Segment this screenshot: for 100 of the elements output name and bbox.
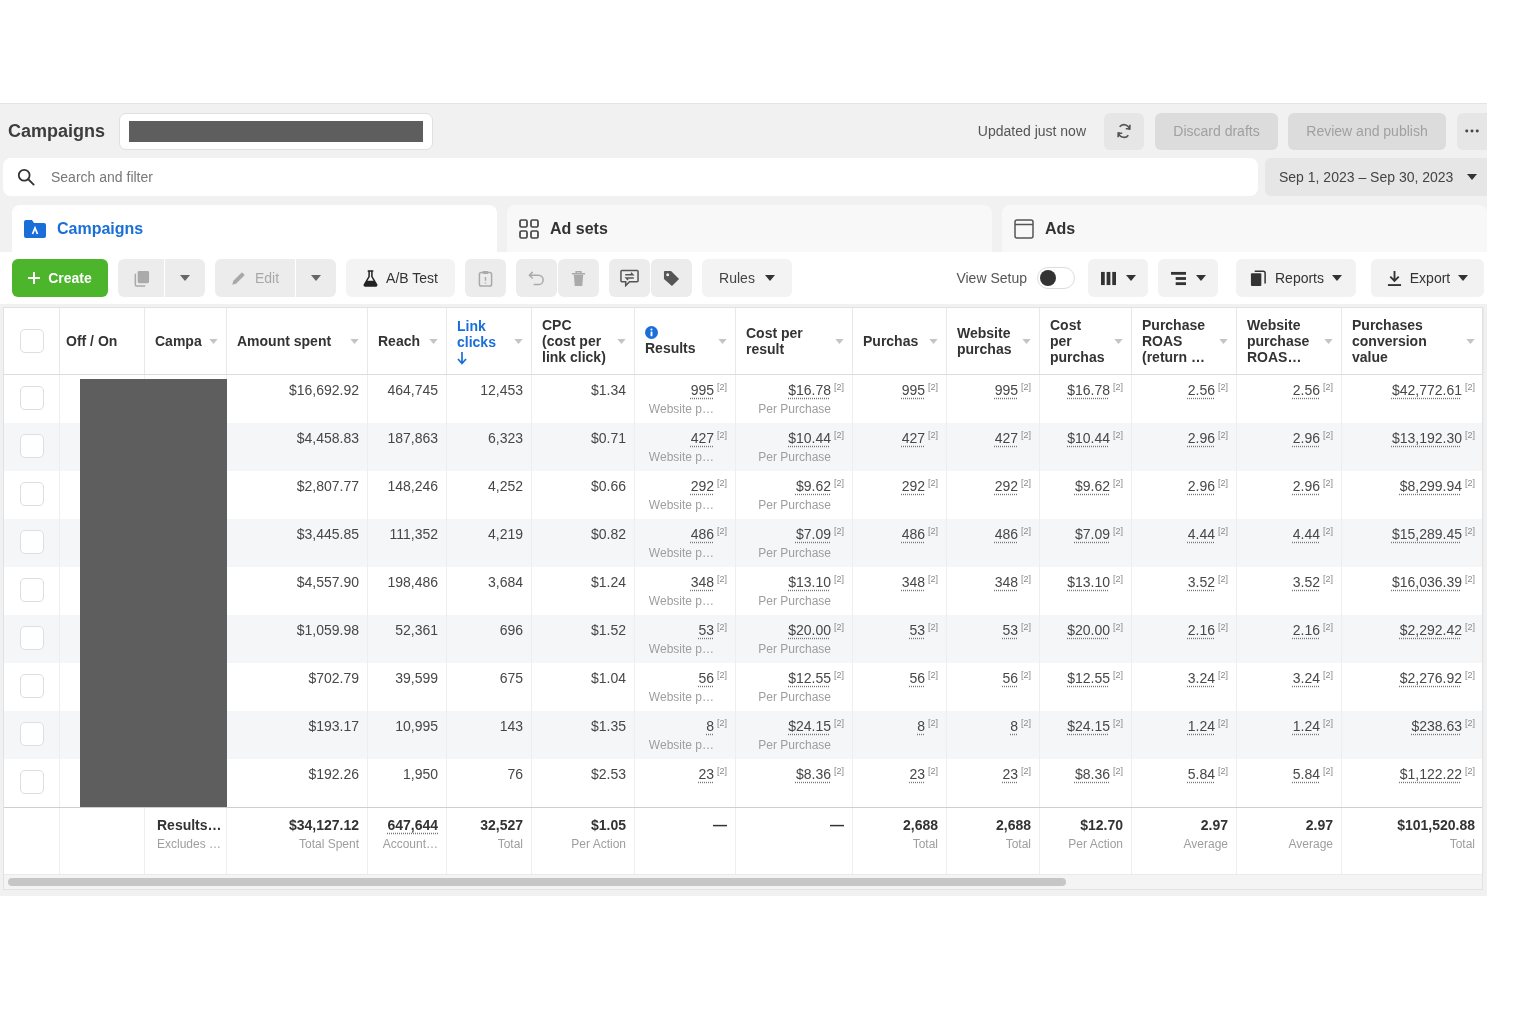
horizontal-scrollbar[interactable] — [4, 874, 1482, 889]
column-header[interactable]: Link clicks — [457, 317, 507, 350]
column-header[interactable]: Purchases conversion value — [1352, 317, 1438, 365]
table-cell: 486 — [994, 526, 1018, 543]
caret-icon[interactable] — [209, 338, 218, 344]
column-header[interactable]: Amount spent — [237, 333, 332, 349]
more-button[interactable] — [1457, 112, 1487, 150]
table-cell: 198,486 — [387, 574, 438, 591]
column-header[interactable]: Purchase ROAS (return … — [1142, 317, 1214, 365]
caret-icon[interactable] — [1114, 338, 1123, 344]
table-cell: 3.52 — [1292, 574, 1320, 591]
column-header[interactable]: Website purchas — [957, 325, 1017, 357]
dropdown-button[interactable] — [296, 259, 336, 297]
footnote-mark: [2] — [834, 574, 844, 585]
list-icon — [1170, 270, 1187, 286]
footnote-mark: [2] — [1465, 478, 1475, 489]
tab[interactable]: Ads — [1002, 205, 1487, 252]
table-cell: 5.84 — [1292, 766, 1320, 783]
search-field[interactable]: Search and filter — [3, 158, 1258, 196]
caret-icon[interactable] — [350, 338, 359, 344]
caret-icon[interactable] — [1219, 338, 1228, 344]
footnote-mark: [2] — [1323, 478, 1333, 489]
footnote-mark: [2] — [1218, 574, 1228, 585]
checkbox[interactable] — [19, 329, 44, 353]
tab[interactable]: Campaigns — [12, 205, 497, 252]
checkbox[interactable] — [19, 674, 44, 698]
checkbox[interactable] — [19, 386, 44, 410]
export-button[interactable]: Export — [1371, 259, 1484, 297]
checkbox[interactable] — [19, 770, 44, 794]
table-cell: 3,684 — [487, 574, 523, 591]
caret-icon[interactable] — [617, 338, 626, 344]
checkbox[interactable] — [19, 434, 44, 458]
caret-icon[interactable] — [1022, 338, 1031, 344]
rules-dropdown[interactable]: Rules — [702, 259, 792, 297]
table-cell: $7.09 — [1074, 526, 1110, 543]
checkbox[interactable] — [19, 482, 44, 506]
column-header[interactable]: Campa — [155, 333, 202, 349]
breakdown-button[interactable] — [1158, 259, 1218, 297]
caret-icon[interactable] — [429, 338, 438, 344]
table-cell: $9.62 — [1074, 478, 1110, 495]
dropdown-button[interactable] — [165, 259, 205, 297]
checkbox[interactable] — [19, 626, 44, 650]
footnote-mark: [2] — [1465, 718, 1475, 729]
caret-icon[interactable] — [929, 338, 938, 344]
reports-button[interactable]: Reports — [1236, 259, 1356, 297]
table-cell: $0.71 — [590, 430, 626, 447]
table-cell: 1.24 — [1187, 718, 1215, 735]
table-cell: $16,036.39 — [1391, 574, 1462, 591]
table-cell: 675 — [499, 670, 523, 687]
table-cell: $24.15 — [1067, 718, 1110, 735]
column-header[interactable]: Reach — [378, 333, 421, 349]
column-header[interactable]: Results — [645, 340, 696, 356]
checkbox[interactable] — [19, 722, 44, 746]
table-cell: 696 — [499, 622, 523, 639]
share-button[interactable] — [609, 259, 650, 297]
footnote-mark: [2] — [928, 718, 938, 729]
table-cell: $15,289.45 — [1391, 526, 1462, 543]
pencil-icon — [230, 270, 247, 286]
table-cell: $1.04 — [590, 670, 626, 687]
plus-icon — [28, 272, 41, 284]
caret-icon[interactable] — [514, 338, 523, 344]
footnote-mark: [2] — [928, 478, 938, 489]
footnote-mark: [2] — [834, 382, 844, 393]
table-cell: 427 — [901, 430, 925, 447]
window-icon — [1014, 218, 1034, 239]
ab-test-button[interactable]: A/B Test — [346, 259, 455, 297]
toggle-switch[interactable] — [1037, 267, 1075, 289]
footnote-mark: [2] — [834, 526, 844, 537]
checkbox[interactable] — [19, 530, 44, 554]
trash-icon — [571, 269, 586, 287]
refresh-button[interactable] — [1104, 112, 1144, 150]
caret-icon[interactable] — [718, 338, 727, 344]
table-cell: $9.62 — [795, 478, 831, 495]
column-header[interactable]: Cost per result — [746, 325, 818, 357]
table-cell: 56 — [909, 670, 925, 687]
table-cell: 427 — [690, 430, 714, 447]
footnote-mark: [2] — [928, 526, 938, 537]
column-header[interactable]: Cost per purchas — [1050, 317, 1106, 365]
columns-button[interactable] — [1088, 259, 1148, 297]
column-header[interactable]: CPC (cost per link click) — [542, 317, 606, 365]
tag-button[interactable] — [651, 259, 692, 297]
table-cell: 23 — [1002, 766, 1018, 783]
table-cell: 8 — [706, 718, 714, 735]
footnote-mark: [2] — [1323, 622, 1333, 633]
table-cell: $16.78 — [788, 382, 831, 399]
caret-icon[interactable] — [835, 338, 844, 344]
footnote-mark: [2] — [717, 526, 727, 537]
caret-icon[interactable] — [1466, 338, 1475, 344]
checkbox[interactable] — [19, 578, 44, 602]
flask-icon — [363, 269, 379, 287]
tab[interactable]: Ad sets — [507, 205, 992, 252]
table-cell: $13.10 — [1067, 574, 1110, 591]
footnote-mark: [2] — [1218, 718, 1228, 729]
column-header[interactable]: Purchas — [863, 333, 919, 349]
caret-icon[interactable] — [1324, 338, 1333, 344]
footnote-mark: [2] — [1323, 670, 1333, 681]
footnote-mark: [2] — [1113, 718, 1123, 729]
column-header[interactable]: Website purchase ROAS… — [1247, 317, 1319, 365]
name-field[interactable] — [119, 112, 434, 150]
date-range-button[interactable]: Sep 1, 2023 – Sep 30, 2023 — [1265, 158, 1487, 196]
